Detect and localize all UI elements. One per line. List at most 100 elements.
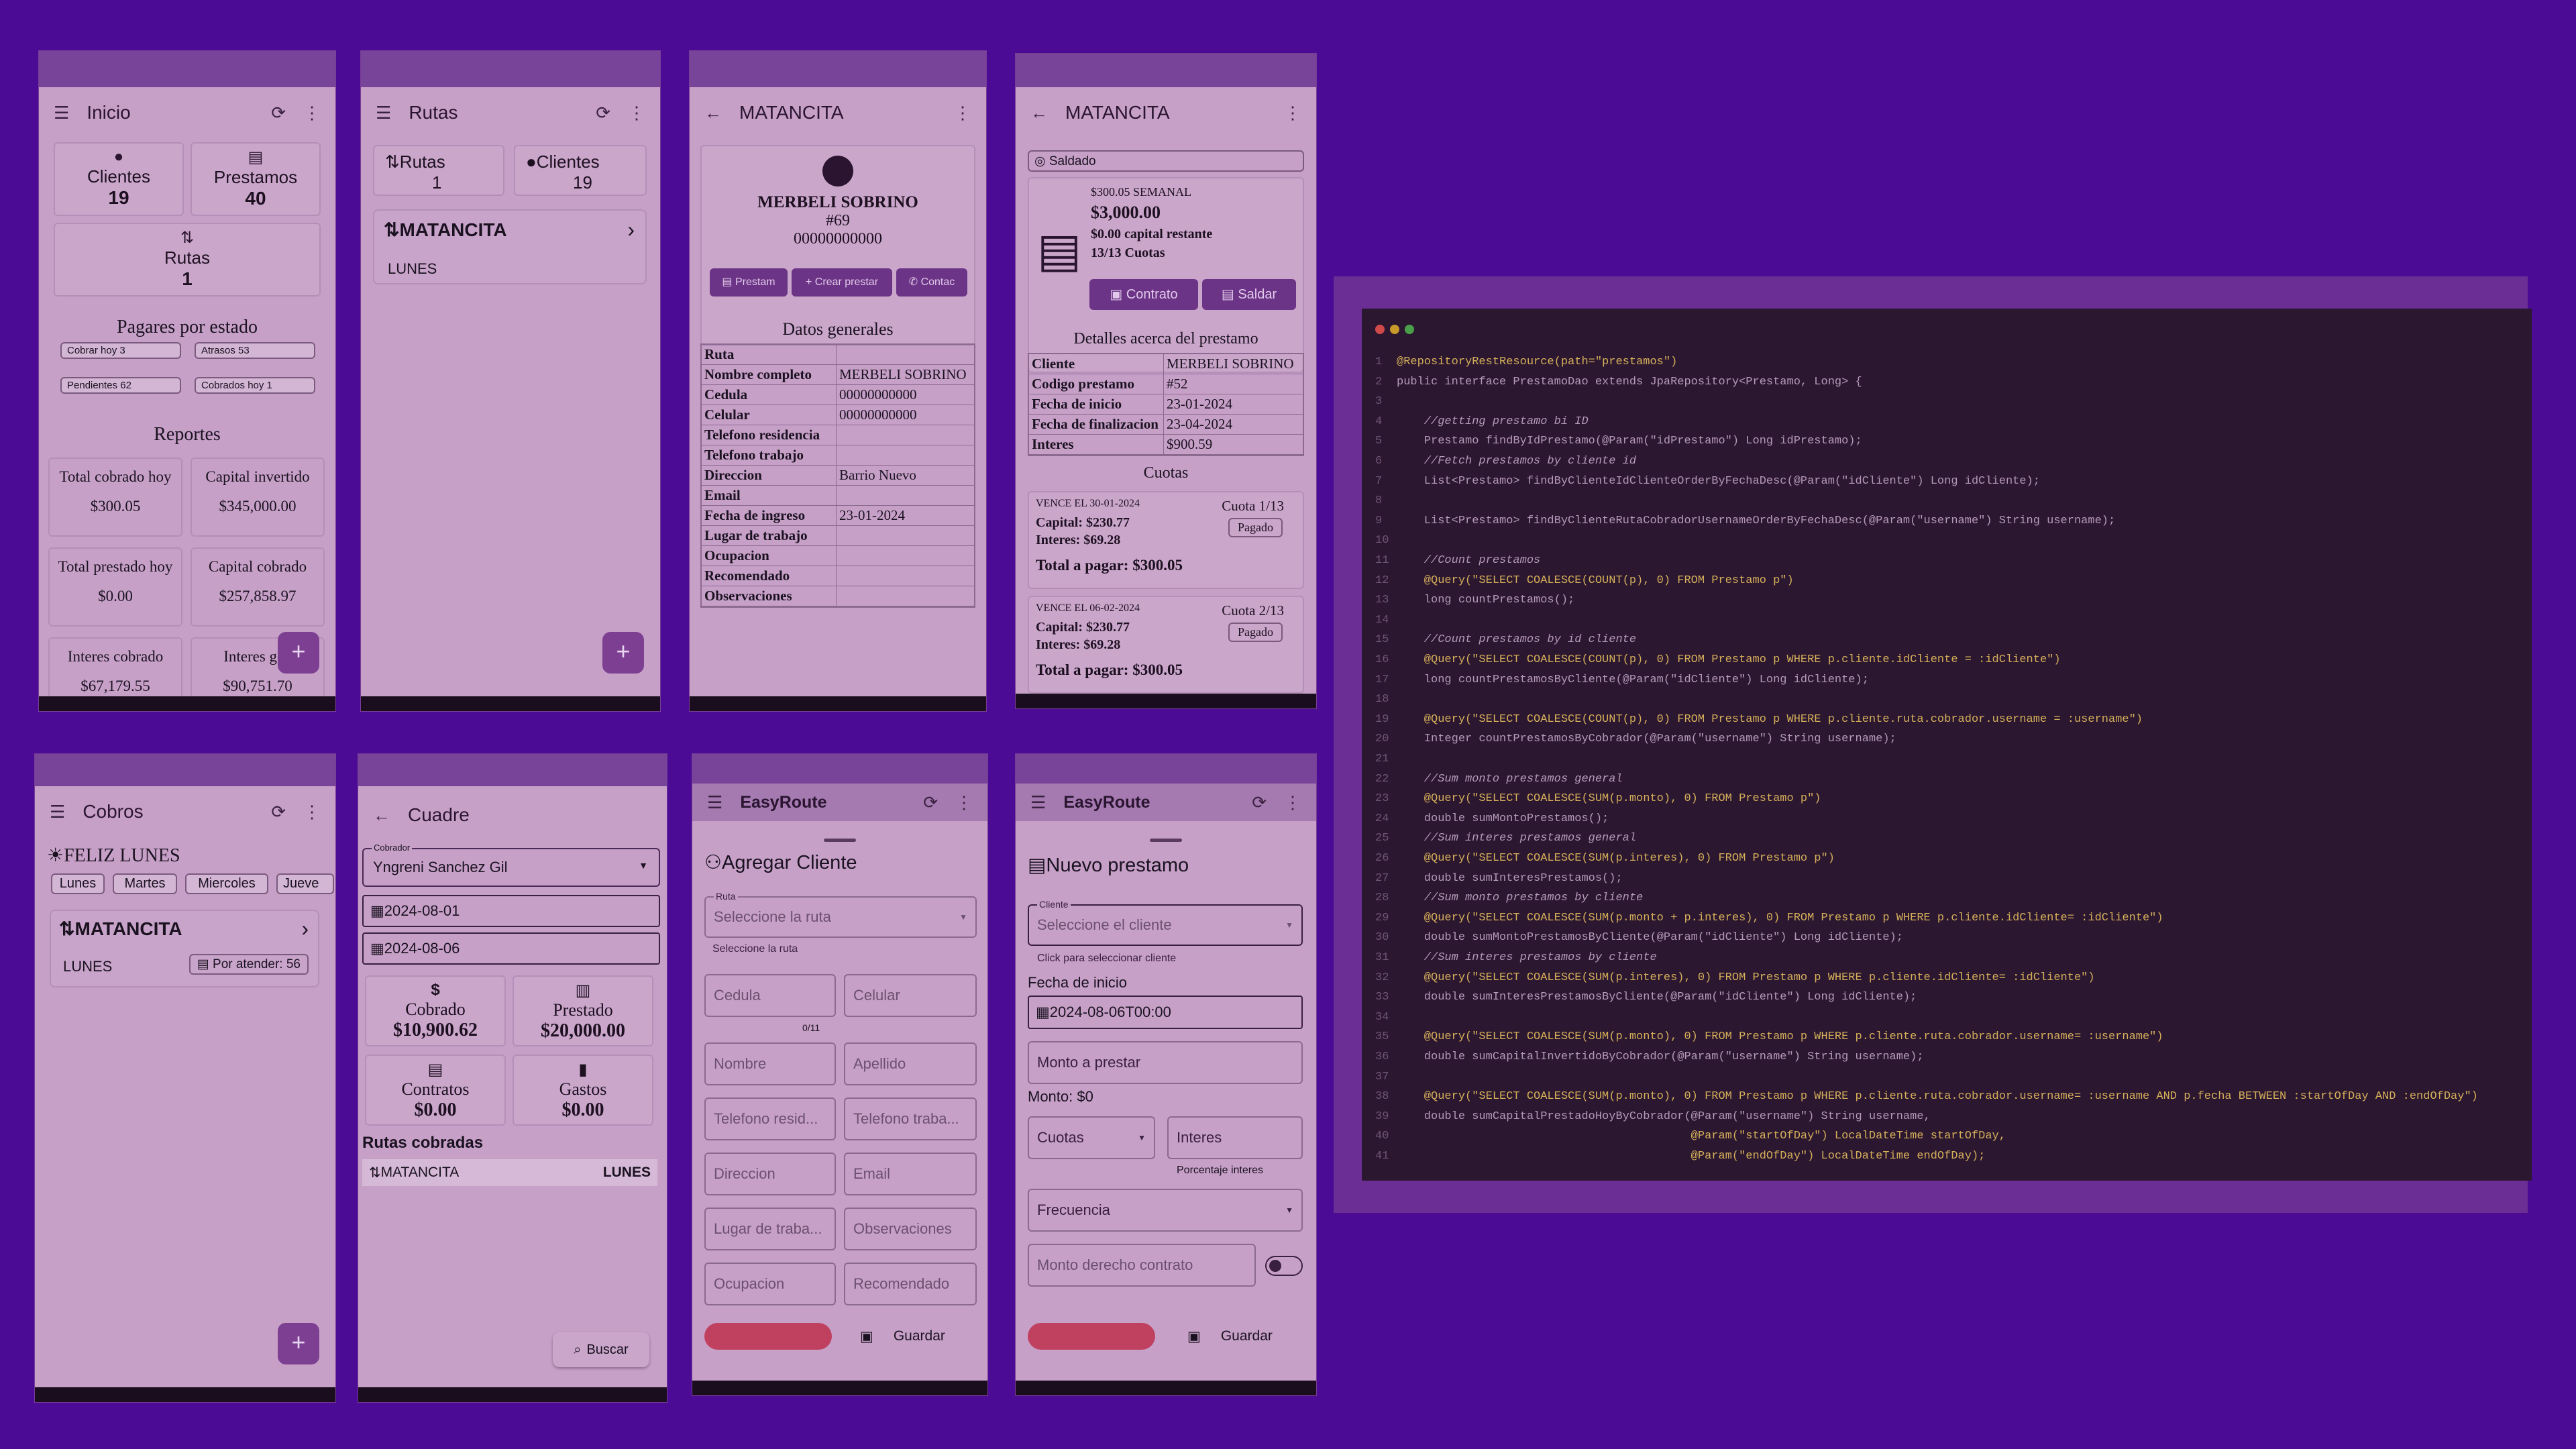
more-icon[interactable]: ⋮ — [1284, 792, 1301, 813]
menu-icon[interactable]: ☰ — [376, 103, 391, 123]
day-tab-martes[interactable]: Martes — [113, 873, 177, 894]
code-line[interactable]: double sumMontoPrestamos(); — [1397, 812, 1609, 825]
code-line[interactable]: //getting prestamo bi ID — [1397, 415, 1589, 428]
code-line[interactable]: //Sum monto prestamos general — [1397, 773, 1623, 786]
refresh-icon[interactable]: ⟳ — [271, 802, 286, 822]
email-field[interactable]: Email — [844, 1152, 977, 1195]
code-line[interactable]: //Count prestamos — [1397, 554, 1540, 567]
route-card[interactable]: ⇅MATANCITA › LUNES — [373, 209, 647, 284]
chip-atrasos[interactable]: Atrasos 53 — [195, 342, 315, 359]
pagado-badge[interactable]: Pagado — [1228, 518, 1283, 537]
code-line[interactable]: //Fetch prestamos by cliente id — [1397, 455, 1636, 468]
code-line[interactable]: List<Prestamo> findByClienteRutaCobrador… — [1397, 515, 2115, 527]
date-start-field[interactable]: ▦ 2024-08-01 — [362, 895, 660, 927]
more-icon[interactable]: ⋮ — [1284, 103, 1301, 123]
refresh-icon[interactable]: ⟳ — [596, 103, 610, 123]
refresh-icon[interactable]: ⟳ — [271, 103, 286, 123]
drag-handle[interactable] — [824, 839, 856, 842]
code-line[interactable]: @Param("startOfDay") LocalDateTime start… — [1397, 1130, 2006, 1142]
cedula-field[interactable]: Cedula — [704, 974, 836, 1017]
code-line[interactable]: //Sum interes prestamos general — [1397, 832, 1636, 845]
refresh-icon[interactable]: ⟳ — [923, 792, 938, 813]
code-line[interactable]: @Query("SELECT COALESCE(SUM(p.interes), … — [1397, 852, 1835, 865]
derecho-contrato-field[interactable]: Monto derecho contrato — [1028, 1244, 1256, 1287]
chip-cobrados-hoy[interactable]: Cobrados hoy 1 — [195, 377, 315, 394]
route-row[interactable]: ⇅ MATANCITA LUNES — [362, 1159, 657, 1186]
celular-field[interactable]: Celular — [844, 974, 977, 1017]
menu-icon[interactable]: ☰ — [1030, 792, 1046, 813]
code-line[interactable]: double sumInteresPrestamos(); — [1397, 872, 1623, 885]
chip-cobrar-hoy[interactable]: Cobrar hoy 3 — [60, 342, 181, 359]
code-line[interactable]: //Sum interes prestamos by cliente — [1397, 951, 1657, 964]
code-line[interactable]: @Query("SELECT COALESCE(COUNT(p), 0) FRO… — [1397, 713, 2143, 726]
chip-pendientes[interactable]: Pendientes 62 — [60, 377, 181, 394]
contrato-button[interactable]: ▣ Contrato — [1089, 279, 1198, 310]
cobrador-select[interactable]: Cobrador Yngreni Sanchez Gil ▼ — [362, 843, 660, 887]
code-line[interactable]: @Query("SELECT COALESCE(COUNT(p), 0) FRO… — [1397, 574, 1794, 587]
prestamos-button[interactable]: ▤ Prestam — [710, 268, 788, 297]
more-icon[interactable]: ⋮ — [955, 792, 973, 813]
code-line[interactable]: @Query("SELECT COALESCE(SUM(p.interes), … — [1397, 971, 2095, 984]
code-line[interactable]: @Param("endOfDay") LocalDateTime endOfDa… — [1397, 1150, 1986, 1163]
back-arrow-icon[interactable]: ← — [373, 805, 390, 826]
menu-icon[interactable]: ☰ — [707, 792, 722, 813]
maximize-window-icon[interactable] — [1405, 325, 1414, 334]
lugar-trabajo-field[interactable]: Lugar de traba... — [704, 1208, 836, 1250]
rutas-card[interactable]: ⇅Rutas 1 — [373, 145, 504, 196]
telefono-residencia-field[interactable]: Telefono resid... — [704, 1097, 836, 1140]
minimize-window-icon[interactable] — [1390, 325, 1399, 334]
cancel-button[interactable] — [704, 1323, 832, 1350]
menu-icon[interactable]: ☰ — [50, 802, 65, 822]
code-line[interactable]: @Query("SELECT COALESCE(SUM(p.monto), 0)… — [1397, 1090, 2478, 1103]
code-line[interactable]: @RepositoryRestResource(path="prestamos"… — [1397, 356, 1677, 368]
saldar-button[interactable]: ▤ Saldar — [1202, 279, 1296, 310]
telefono-trabajo-field[interactable]: Telefono traba... — [844, 1097, 977, 1140]
more-icon[interactable]: ⋮ — [954, 103, 971, 123]
cancel-button[interactable] — [1028, 1323, 1155, 1350]
code-line[interactable]: @Query("SELECT COALESCE(SUM(p.monto + p.… — [1397, 912, 2163, 924]
interes-field[interactable]: Interes — [1167, 1116, 1303, 1159]
code-line[interactable]: double sumInteresPrestamosByCliente(@Par… — [1397, 991, 1917, 1004]
apellido-field[interactable]: Apellido — [844, 1042, 977, 1085]
code-line[interactable]: @Query("SELECT COALESCE(COUNT(p), 0) FRO… — [1397, 653, 2061, 666]
ruta-select[interactable]: Ruta Seleccione la ruta ▼ — [704, 891, 977, 938]
clientes-card[interactable]: ●Clientes 19 — [514, 145, 647, 196]
code-line[interactable]: //Count prestamos by id cliente — [1397, 633, 1636, 646]
clientes-card[interactable]: ● Clientes 19 — [54, 142, 184, 216]
code-line[interactable]: @Query("SELECT COALESCE(SUM(p.monto), 0)… — [1397, 792, 1821, 805]
code-line[interactable]: long countPrestamosByCliente(@Param("idC… — [1397, 674, 1869, 686]
code-line[interactable]: double sumMontoPrestamosByCliente(@Param… — [1397, 931, 1903, 944]
code-line[interactable]: double sumCapitalInvertidoByCobrador(@Pa… — [1397, 1051, 1924, 1063]
add-fab[interactable]: + — [278, 632, 319, 674]
day-tab-jueves[interactable]: Jueve — [276, 873, 334, 894]
code-line[interactable]: Integer countPrestamosByCobrador(@Param(… — [1397, 733, 1896, 745]
fecha-field[interactable]: ▦ 2024-08-06T00:00 — [1028, 996, 1303, 1029]
ocupacion-field[interactable]: Ocupacion — [704, 1263, 836, 1305]
derecho-contrato-toggle[interactable] — [1265, 1256, 1303, 1276]
code-line[interactable]: long countPrestamos(); — [1397, 594, 1574, 606]
back-arrow-icon[interactable]: ← — [1030, 103, 1048, 123]
code-line[interactable]: public interface PrestamoDao extends Jpa… — [1397, 376, 1862, 388]
add-fab[interactable]: + — [278, 1323, 319, 1364]
code-line[interactable]: Prestamo findByIdPrestamo(@Param("idPres… — [1397, 435, 1862, 447]
menu-icon[interactable]: ☰ — [54, 103, 69, 123]
contacto-button[interactable]: ✆ Contac — [896, 268, 967, 297]
direccion-field[interactable]: Direccion — [704, 1152, 836, 1195]
drag-handle[interactable] — [1150, 839, 1182, 842]
code-line[interactable]: double sumCapitalPrestadoHoyByCobrador(@… — [1397, 1110, 1931, 1123]
date-end-field[interactable]: ▦ 2024-08-06 — [362, 932, 660, 965]
code-line[interactable]: List<Prestamo> findByClienteIdClienteOrd… — [1397, 475, 2040, 488]
recomendado-field[interactable]: Recomendado — [844, 1263, 977, 1305]
code-line[interactable]: @Query("SELECT COALESCE(SUM(p.monto), 0)… — [1397, 1030, 2163, 1043]
guardar-button[interactable]: ▣ Guardar — [860, 1328, 945, 1345]
add-fab[interactable]: + — [602, 632, 644, 674]
guardar-button[interactable]: ▣ Guardar — [1187, 1328, 1273, 1345]
more-icon[interactable]: ⋮ — [628, 103, 645, 123]
day-tab-miercoles[interactable]: Miercoles — [185, 873, 268, 894]
buscar-button[interactable]: ⌕ Buscar — [553, 1332, 649, 1367]
nombre-field[interactable]: Nombre — [704, 1042, 836, 1085]
pagado-badge[interactable]: Pagado — [1228, 623, 1283, 642]
back-arrow-icon[interactable]: ← — [704, 103, 722, 123]
rutas-card[interactable]: ⇅ Rutas 1 — [54, 223, 321, 297]
crear-prestamo-button[interactable]: + Crear prestar — [792, 268, 892, 297]
